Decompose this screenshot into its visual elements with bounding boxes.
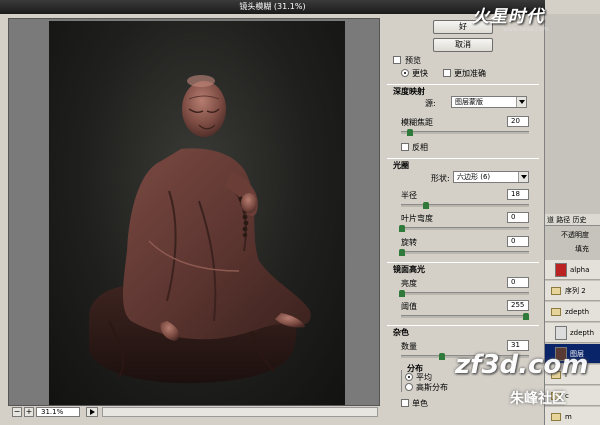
brightness-thumb[interactable] [399,290,405,297]
layer-name: m [565,413,572,421]
brand-url: www.hxsd.com [503,26,549,33]
watermark-sub: 朱峰社区 [510,391,566,407]
brightness-label: 亮度 [401,279,417,288]
threshold-input[interactable]: 255 [507,300,529,311]
folder-icon [551,287,561,295]
brightness-input[interactable]: 0 [507,277,529,288]
brand-logo: 火星时代 [472,7,544,27]
curvature-input[interactable]: 0 [507,212,529,223]
rotation-thumb[interactable] [399,249,405,256]
noise-heading: 杂色 [393,328,409,337]
accurate-label: 更加准确 [454,69,486,78]
shape-value: 六边形 (6) [457,173,491,181]
blur-focal-input[interactable]: 20 [507,116,529,127]
divider [387,84,539,85]
preview-scrollbar[interactable] [102,407,378,417]
shape-select[interactable]: 六边形 (6) [453,171,529,183]
radius-input[interactable]: 18 [507,189,529,200]
watermark: zf3d.com [455,350,589,380]
gaussian-radio[interactable] [405,383,413,391]
zoom-level[interactable]: 31.1% [36,407,80,417]
layer-row[interactable]: zdepth [545,323,600,343]
uniform-radio[interactable] [405,373,413,381]
depth-map-heading: 深度映射 [393,87,425,96]
shape-label: 形状: [431,174,450,183]
blur-focal-label: 模糊焦距 [401,118,433,127]
layer-row[interactable]: m [545,407,600,425]
layer-row[interactable]: 序列 2 [545,281,600,301]
blur-focal-slider[interactable] [401,129,529,136]
monk-statue-image [88,75,311,384]
preview-checkbox[interactable] [393,56,401,64]
layer-row[interactable]: alpha [545,260,600,280]
threshold-label: 阈值 [401,302,417,311]
layer-row[interactable]: zdepth [545,302,600,322]
preview-label: 预览 [405,56,421,65]
zoom-bar: − + 31.1% [12,406,378,418]
preview-image [49,21,345,405]
divider [387,325,539,326]
rotation-input[interactable]: 0 [507,236,529,247]
amount-label: 数量 [401,342,417,351]
radius-thumb[interactable] [422,202,429,209]
divider [387,262,539,263]
gaussian-label: 高斯分布 [416,383,448,392]
faster-radio[interactable] [401,69,409,77]
folder-icon [551,413,561,421]
invert-checkbox[interactable] [401,143,409,151]
dialog-title: 镜头模糊 (31.1%) [0,0,545,14]
monochromatic-checkbox[interactable] [401,399,409,407]
curvature-label: 叶片弯度 [401,214,433,223]
panel-tabs[interactable]: 道 路径 历史 [545,214,600,226]
distribution-group [401,370,402,392]
layer-name: zdepth [570,329,595,337]
radius-slider[interactable] [401,202,529,209]
threshold-slider[interactable] [401,313,529,320]
invert-label: 反相 [412,143,428,152]
zoom-out-button[interactable]: − [12,407,22,417]
channel-thumbnail [555,263,567,277]
rotation-label: 旋转 [401,238,417,247]
layer-name: 序列 2 [565,287,586,295]
chevron-down-icon [516,97,526,107]
source-value: 图层蒙版 [455,98,483,106]
cancel-button[interactable]: 取消 [433,38,493,52]
iris-heading: 光圈 [393,161,409,170]
divider [387,158,539,159]
amount-thumb[interactable] [438,353,445,360]
brightness-slider[interactable] [399,290,529,297]
faster-label: 更快 [412,69,428,78]
accurate-radio[interactable] [443,69,451,77]
monochromatic-label: 单色 [412,399,428,408]
curvature-thumb[interactable] [399,225,405,232]
source-label: 源: [425,99,436,108]
rotation-slider[interactable] [399,249,529,256]
layer-thumbnail [555,326,567,340]
fill-label: 填充 [575,245,589,253]
threshold-thumb[interactable] [523,313,529,320]
source-select[interactable]: 图层蒙版 [451,96,527,108]
layer-name: alpha [570,266,590,274]
radius-label: 半径 [401,191,417,200]
opacity-label: 不透明度 [561,231,589,239]
preview-area[interactable] [8,18,380,406]
folder-icon [551,308,561,316]
specular-heading: 镜面高光 [393,265,425,274]
chevron-down-icon [518,172,528,182]
zoom-menu-arrow-icon[interactable] [86,407,98,417]
blur-focal-thumb[interactable] [407,129,414,136]
layer-name: zdepth [565,308,590,316]
curvature-slider[interactable] [399,225,529,232]
zoom-in-button[interactable]: + [24,407,34,417]
